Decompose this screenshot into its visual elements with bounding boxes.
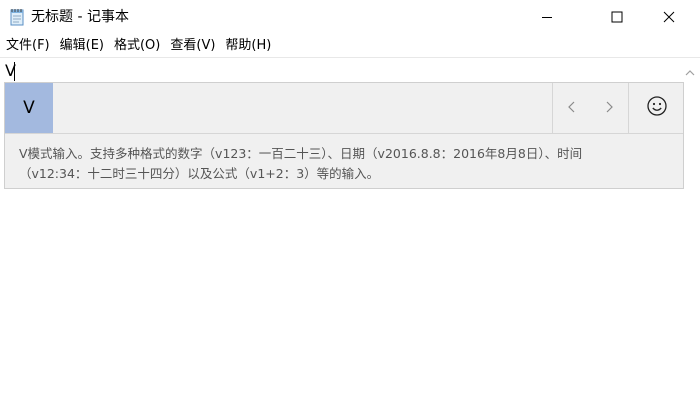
ime-next-page-button[interactable] xyxy=(590,83,628,133)
menu-edit[interactable]: 编辑(E) xyxy=(55,36,109,56)
chevron-right-icon xyxy=(604,99,614,118)
menu-bar: 文件(F) 编辑(E) 格式(O) 查看(V) 帮助(H) xyxy=(0,36,276,56)
close-icon xyxy=(663,8,675,27)
maximize-button[interactable] xyxy=(594,0,640,34)
title-bar[interactable]: 无标题 - 记事本 xyxy=(0,0,700,34)
ime-candidate-item[interactable]: V xyxy=(5,83,53,133)
menu-help[interactable]: 帮助(H) xyxy=(220,36,276,56)
ime-candidate-row: V xyxy=(5,83,683,134)
minimize-icon xyxy=(541,8,553,27)
window-title: 无标题 - 记事本 xyxy=(31,9,129,25)
menu-format[interactable]: 格式(O) xyxy=(109,36,165,56)
ime-emoji-button[interactable] xyxy=(628,83,684,133)
ime-hint-line-1: V模式输入。支持多种格式的数字（v123：一百二十三）、日期（v2016.8.8… xyxy=(19,146,583,161)
notepad-icon xyxy=(9,8,25,26)
scroll-up-arrow-icon[interactable] xyxy=(685,62,695,76)
ime-hint-text: V模式输入。支持多种格式的数字（v123：一百二十三）、日期（v2016.8.8… xyxy=(19,144,674,184)
ime-prev-page-button[interactable] xyxy=(552,83,591,133)
minimize-button[interactable] xyxy=(524,0,570,34)
chevron-left-icon xyxy=(567,99,577,118)
ime-candidate-panel: V V模式输入。支持多种格式的数字（v123：一百二十三）、日期（v2016.8… xyxy=(4,82,684,189)
ime-hint-line-2: （v12:34：十二时三十四分）以及公式（v1+2：3）等的输入。 xyxy=(19,166,380,181)
notepad-window: 无标题 - 记事本 文件(F) 编辑(E) 格式(O) 查看(V) 帮助(H) … xyxy=(0,0,700,415)
text-caret xyxy=(14,62,15,81)
menu-view[interactable]: 查看(V) xyxy=(165,36,220,56)
smiley-icon xyxy=(646,95,668,121)
maximize-icon xyxy=(611,8,623,27)
close-button[interactable] xyxy=(646,0,692,34)
menu-file[interactable]: 文件(F) xyxy=(0,36,55,56)
